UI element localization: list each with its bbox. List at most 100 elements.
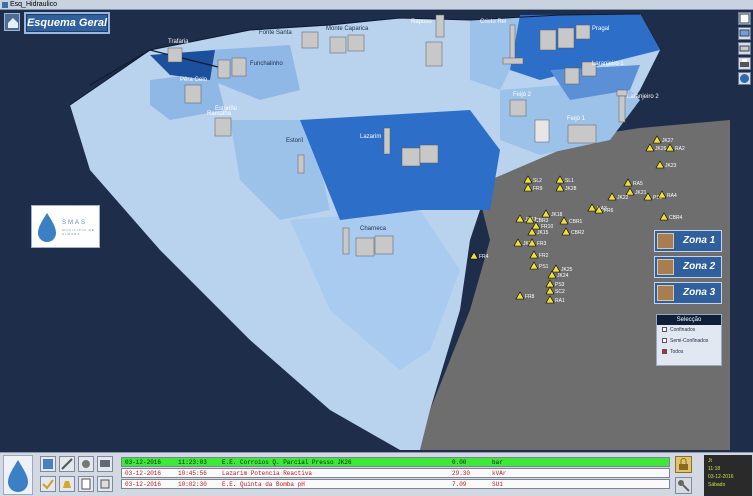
screen-icon <box>100 460 110 467</box>
alarm-value: 7.09 <box>452 481 467 488</box>
option-confinados[interactable]: Confinados <box>657 325 721 336</box>
station-jk22[interactable]: JK22 <box>607 192 629 201</box>
station-code: CBR2 <box>571 230 585 236</box>
zone-2-button[interactable]: Zona 2 <box>654 256 722 278</box>
station-jk18[interactable]: JK18 <box>541 209 563 218</box>
station-code: FR6 <box>604 208 614 214</box>
key-button[interactable] <box>675 477 692 494</box>
status-day: Sábado <box>708 482 726 488</box>
station-code: JK24 <box>557 273 569 279</box>
checkbox[interactable] <box>662 338 667 344</box>
zone-3-button[interactable]: Zona 3 <box>654 282 722 304</box>
alarm-unit: kVAr <box>492 470 507 477</box>
tank-funchalinho <box>217 57 247 79</box>
station-code: PS3 <box>555 282 565 288</box>
station-jk15[interactable]: JK15 <box>527 227 549 236</box>
station-jk24[interactable]: JK24 <box>547 270 569 279</box>
station-jk27[interactable]: JK27 <box>652 135 674 144</box>
home-button[interactable] <box>4 13 20 31</box>
nav-button-4[interactable] <box>97 456 113 472</box>
nav-button-7[interactable] <box>78 476 94 492</box>
app-icon <box>2 2 8 8</box>
station-code: SC2 <box>555 289 565 295</box>
info-button[interactable] <box>738 72 751 85</box>
alarm-date: 03-12-2016 <box>125 459 162 466</box>
station-code: JK26 <box>655 146 667 152</box>
label-trafaria: Trafaria <box>168 39 189 45</box>
station-code: SL1 <box>565 178 574 184</box>
alarm-row[interactable]: 03-12-2016 10:45:56 Lazarim Potencia React… <box>121 468 670 478</box>
lock-icon <box>679 458 688 470</box>
option-semi-confinados[interactable]: Semi-Confinados <box>657 336 721 347</box>
status-panel: Jt 11:18 03-12-2016 Sábado <box>704 455 752 496</box>
station-code: JK22 <box>617 195 629 201</box>
nav-button-6[interactable] <box>59 476 75 492</box>
station-cbr2[interactable]: CBR2 <box>561 227 585 236</box>
monitor-icon <box>739 29 750 37</box>
station-jk26[interactable]: JK26 <box>645 143 667 152</box>
label-lazarim: Lazarim <box>360 134 381 140</box>
station-code: RA1 <box>555 298 565 304</box>
nav-button-8[interactable] <box>97 476 113 492</box>
right-toolbar <box>738 12 752 87</box>
station-code: JK18 <box>551 212 563 218</box>
alarm-list: 03-12-2016 11:23:03 E.E. Corroios Q. Parci… <box>121 457 670 490</box>
alarm-row[interactable]: 03-12-2016 11:23:03 E.E. Corroios Q. Parci… <box>121 457 670 467</box>
station-fr10[interactable]: FR10 <box>531 221 553 230</box>
station-code: FR2 <box>539 253 549 259</box>
info-icon <box>740 74 749 83</box>
monitor-tool-button[interactable] <box>738 27 751 40</box>
tools-icon <box>61 458 73 470</box>
zone-3-label: Zona 3 <box>683 287 716 298</box>
checkbox[interactable] <box>662 349 667 355</box>
network-tool-button[interactable] <box>738 42 751 55</box>
option-todos[interactable]: Todos <box>657 347 721 358</box>
station-jk21[interactable]: JK21 <box>625 187 647 196</box>
alarm-unit: SU1 <box>492 481 503 488</box>
zone-1-button[interactable]: Zona 1 <box>654 230 722 252</box>
station-code: JK23 <box>665 163 677 169</box>
zone-thumbnail-icon <box>657 285 674 301</box>
alarm-row[interactable]: 03-12-2016 10:02:30 E.E. Quinta da Bomba p… <box>121 479 670 489</box>
window-tool-button[interactable] <box>738 12 751 25</box>
print-button[interactable] <box>738 57 751 70</box>
station-code: PS1 <box>539 264 549 270</box>
nav-button-2[interactable] <box>59 456 75 472</box>
nav-button-3[interactable] <box>78 456 94 472</box>
alarm-time: 10:45:56 <box>178 470 207 477</box>
option-label: Confinados <box>670 327 696 333</box>
water-drop-icon <box>38 213 56 242</box>
label-fonte-santa: Fonte Santa <box>259 30 292 36</box>
tower-feijo <box>534 119 550 143</box>
station-jk25[interactable]: JK25 <box>551 264 573 273</box>
tank-estoriño <box>297 154 305 174</box>
nav-button-1[interactable] <box>40 456 56 472</box>
station-jk28[interactable]: JK28 <box>555 183 577 192</box>
label-cristo-rei: Cristo Rei <box>480 19 506 25</box>
label-pera-gelo: Pêra Gelo <box>180 77 208 83</box>
zone-thumbnail-icon <box>657 233 674 249</box>
zone-1-label: Zona 1 <box>683 235 716 246</box>
page-title: Esquema Geral <box>24 12 110 34</box>
alarm-value: 29.30 <box>452 470 471 477</box>
station-jk23[interactable]: JK23 <box>655 160 677 169</box>
alarm-time: 10:02:30 <box>178 481 207 488</box>
checkbox[interactable] <box>662 327 667 333</box>
lock-button[interactable] <box>675 456 692 473</box>
logo-name: SMAS <box>62 220 88 226</box>
station-cbr3[interactable]: CBR3 <box>525 215 549 224</box>
label-laranjeiro2: Laranjeiro 2 <box>627 94 659 100</box>
station-cbr1[interactable]: CBR1 <box>559 216 583 225</box>
station-code: FR4 <box>479 254 489 260</box>
label-feijo1: Feijó 1 <box>567 116 586 122</box>
label-funchalinho: Funchalinho <box>250 61 283 67</box>
alarm-unit: bar <box>492 459 503 466</box>
alarm-desc: E.E. Quinta da Bomba pH <box>222 481 305 488</box>
window-icon <box>739 13 750 24</box>
nav-button-5[interactable] <box>40 476 56 492</box>
alarm-date: 03-12-2016 <box>125 470 162 477</box>
zone-thumbnail-icon <box>657 259 674 275</box>
station-cbr4[interactable]: CBR4 <box>659 212 683 221</box>
network-icon <box>739 45 750 52</box>
water-drop-icon <box>8 460 28 492</box>
